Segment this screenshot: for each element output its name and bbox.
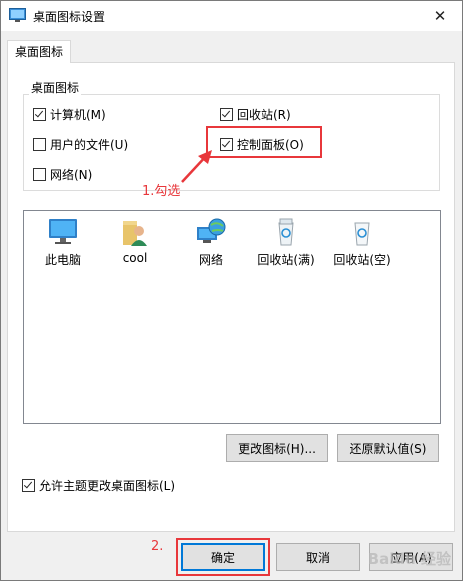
checkbox-box — [220, 138, 233, 151]
change-icon-button[interactable]: 更改图标(H)... — [226, 434, 328, 462]
icon-label: cool — [122, 251, 148, 265]
icon-list[interactable]: 此电脑 cool 网络 回收站(满) 回收站(空) — [23, 210, 441, 424]
desktop-settings-icon — [9, 8, 26, 22]
checkbox-label: 允许主题更改桌面图标(L) — [39, 479, 176, 493]
recycle-bin-empty-icon — [354, 222, 370, 246]
checkbox-box — [22, 479, 35, 492]
checkbox-allow-themes[interactable]: 允许主题更改桌面图标(L) — [22, 477, 175, 494]
checkbox-box — [33, 138, 46, 151]
checkbox-label: 回收站(R) — [237, 108, 291, 122]
checkbox-control-panel[interactable]: 控制面板(O) — [220, 136, 304, 153]
checkbox-network[interactable]: 网络(N) — [33, 166, 92, 183]
checkbox-label: 计算机(M) — [50, 108, 106, 122]
window-title: 桌面图标设置 — [33, 10, 106, 24]
watermark: Baidu 经验 — [367, 550, 451, 568]
checkbox-box — [220, 108, 233, 121]
ok-button[interactable]: 确定 — [181, 543, 265, 571]
close-button[interactable]: ✕ — [418, 1, 462, 31]
checkbox-label: 网络(N) — [50, 168, 93, 182]
icon-label: 此电脑 — [44, 253, 81, 267]
title-bar: 桌面图标设置 ✕ — [1, 1, 462, 31]
user-folder-icon — [123, 221, 147, 246]
network-globe-icon — [197, 218, 226, 243]
tab-desktop-icons[interactable]: 桌面图标 — [7, 40, 71, 63]
icon-label: 网络 — [198, 253, 223, 267]
close-icon: ✕ — [433, 7, 447, 25]
cancel-button[interactable]: 取消 — [276, 543, 360, 571]
computer-icon — [49, 219, 77, 244]
icon-item-this-pc[interactable]: 此电脑 — [28, 211, 98, 281]
checkbox-label: 控制面板(O) — [237, 138, 304, 152]
step1-annotation: 1.勾选 — [142, 184, 181, 199]
checkbox-computer[interactable]: 计算机(M) — [33, 106, 106, 123]
checkbox-recycle-bin[interactable]: 回收站(R) — [220, 106, 291, 123]
icon-label: 回收站(空) — [333, 253, 391, 267]
icon-item-network[interactable]: 网络 — [176, 211, 246, 281]
icon-item-recycle-full[interactable]: 回收站(满) — [251, 211, 321, 281]
icon-item-recycle-empty[interactable]: 回收站(空) — [327, 211, 397, 281]
checkbox-user-files[interactable]: 用户的文件(U) — [33, 136, 128, 153]
icon-label: 回收站(满) — [257, 253, 315, 267]
checkbox-box — [33, 108, 46, 121]
recycle-bin-full-icon — [278, 218, 294, 246]
restore-default-button[interactable]: 还原默认值(S) — [337, 434, 439, 462]
checkbox-box — [33, 168, 46, 181]
checkbox-label: 用户的文件(U) — [50, 138, 129, 152]
icon-item-user[interactable]: cool — [100, 211, 170, 281]
step2-annotation: 2. — [151, 539, 164, 554]
group-label: 桌面图标 — [29, 79, 82, 96]
